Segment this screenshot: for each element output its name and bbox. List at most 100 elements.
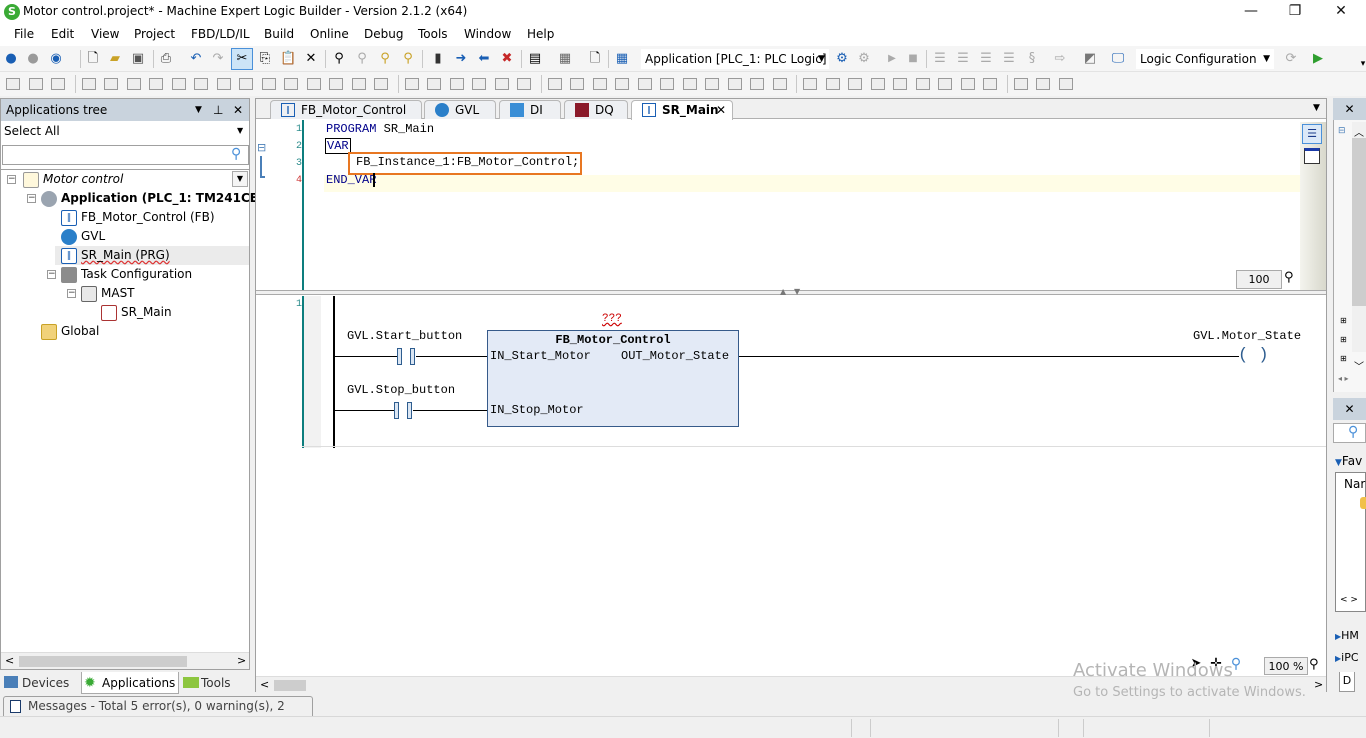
tab-di[interactable]: DI xyxy=(499,100,561,119)
find-icon[interactable]: ⚲ xyxy=(331,51,347,67)
application-combo[interactable]: Application [PLC_1: PLC Logic] ▼ xyxy=(641,49,829,69)
new-icon[interactable]: 🗋 xyxy=(85,51,101,67)
tab-applications-tree[interactable]: ✹ Applications t... xyxy=(81,672,179,712)
tab-dq[interactable]: DQ xyxy=(564,100,628,119)
menu-window[interactable]: Window xyxy=(464,27,511,41)
print-icon[interactable]: ⎙ xyxy=(158,51,174,67)
filter-select[interactable]: Select All ▼ xyxy=(1,121,249,141)
scroll-lr-icon[interactable]: < > xyxy=(1340,595,1358,605)
declaration-zoom-value[interactable]: 100 xyxy=(1236,270,1282,289)
grid-icon[interactable]: ▦ xyxy=(614,51,630,67)
close-tab-icon[interactable]: ✕ xyxy=(716,101,726,119)
insert-timer-on-icon[interactable] xyxy=(374,78,388,90)
monitor-icon[interactable]: 🖵 xyxy=(1110,51,1126,67)
tree-dropdown-icon[interactable]: ▼ xyxy=(232,171,248,187)
tree-node-gvl[interactable]: GVL xyxy=(61,227,105,246)
coil-motor-state[interactable]: ( ) xyxy=(1238,346,1269,365)
insert-counter-updown-icon[interactable] xyxy=(494,78,509,90)
collapse-icon[interactable]: ⊟ xyxy=(1338,126,1346,136)
close-panel-icon[interactable]: ✕ xyxy=(1333,398,1366,420)
insert-negated-contact-icon[interactable] xyxy=(216,78,231,90)
insert-parallel-contact-icon[interactable] xyxy=(239,78,253,90)
insert-timer-pulse-icon[interactable] xyxy=(427,78,441,90)
contact-start-button[interactable] xyxy=(397,348,402,365)
insert-coil-icon[interactable] xyxy=(261,78,276,90)
insert-branch-end-icon[interactable] xyxy=(1058,78,1073,90)
nav-icon[interactable]: ◉ xyxy=(48,51,64,67)
clipboard-icon[interactable]: ▤ xyxy=(527,51,543,67)
insert-counter-up-icon[interactable] xyxy=(449,78,464,90)
editor-splitter[interactable]: ▲ ▼ xyxy=(256,287,1326,296)
fold-collapse-icon[interactable]: ⊟ xyxy=(257,141,266,154)
find-replace-icon[interactable]: ⚲ xyxy=(354,51,370,67)
refresh-icon[interactable]: ⟳ xyxy=(1283,51,1299,67)
scroll-lr-icon[interactable]: ◂ ▸ xyxy=(1338,374,1349,383)
insert-mux-icon[interactable] xyxy=(803,78,817,90)
clear-bookmark-icon[interactable]: ✖ xyxy=(499,51,515,67)
scrollbar-thumb[interactable] xyxy=(1352,138,1366,306)
prev-bookmark-icon[interactable]: ⬅ xyxy=(476,51,492,67)
find-next-icon[interactable]: ⚲ xyxy=(377,51,393,67)
panel-menu-icon[interactable]: ▼ xyxy=(195,99,202,121)
insert-jump-icon[interactable] xyxy=(848,78,862,90)
insert-add-icon[interactable] xyxy=(517,78,531,90)
insert-eq-icon[interactable] xyxy=(660,78,674,90)
tree-node-application[interactable]: Application (PLC_1: TM241CE24R) xyxy=(41,189,289,208)
insert-div-icon[interactable] xyxy=(592,78,607,90)
insert-branch-icon[interactable] xyxy=(915,78,930,90)
insert-ne-icon[interactable] xyxy=(727,78,742,90)
expand-icon[interactable]: ⊞ xyxy=(1340,354,1347,363)
insert-box-en-icon[interactable] xyxy=(126,78,141,90)
replace-icon[interactable]: ⚲ xyxy=(400,51,416,67)
pin-icon[interactable]: ⊥ xyxy=(213,99,223,121)
insert-lt-icon[interactable] xyxy=(615,78,629,90)
configuration-combo[interactable]: Logic Configuration ▼ xyxy=(1136,49,1274,69)
close-panel-icon[interactable]: ✕ xyxy=(1333,98,1366,120)
section-ipc[interactable]: ▶iPC xyxy=(1335,648,1366,668)
tab-tools-tree[interactable]: Tools tree xyxy=(181,672,251,712)
messages-tab[interactable]: Messages - Total 5 error(s), 0 warning(s… xyxy=(3,696,313,732)
expand-icon[interactable]: ⊞ xyxy=(1340,335,1347,344)
scrollbar-thumb[interactable] xyxy=(274,680,306,691)
scroll-left-icon[interactable]: < xyxy=(5,654,14,667)
menu-debug[interactable]: Debug xyxy=(364,27,403,41)
scroll-down-icon[interactable]: ﹀ xyxy=(1354,358,1364,373)
insert-falling-edge-icon[interactable] xyxy=(351,78,366,90)
toggle-comment-icon[interactable] xyxy=(51,78,65,90)
menu-build[interactable]: Build xyxy=(264,27,294,41)
step-over-icon[interactable]: ☰ xyxy=(932,51,948,67)
insert-limit-icon[interactable] xyxy=(825,78,840,90)
insert-contact-icon[interactable] xyxy=(194,78,208,90)
tree-node-task-configuration[interactable]: Task Configuration xyxy=(61,265,192,284)
menu-help[interactable]: Help xyxy=(527,27,554,41)
step-into-icon[interactable]: ☰ xyxy=(955,51,971,67)
textual-view-icon[interactable]: ☰ xyxy=(1302,124,1322,144)
insert-label-icon[interactable] xyxy=(870,78,885,90)
redo-icon[interactable]: ↷ xyxy=(210,51,226,67)
zoom-icon[interactable]: ⚲ xyxy=(1284,270,1302,289)
scrollbar-thumb[interactable] xyxy=(19,656,187,667)
tree-node-global[interactable]: Global xyxy=(41,322,99,341)
tab-fb-motor-control[interactable]: ‖ FB_Motor_Control xyxy=(270,100,422,119)
right-panel-tab[interactable]: D xyxy=(1339,672,1355,692)
function-block[interactable]: FB_Motor_Control IN_Start_Motor OUT_Moto… xyxy=(487,330,739,427)
zoom-icon[interactable]: ⚲ xyxy=(1309,657,1319,672)
insert-reset-coil-icon[interactable] xyxy=(306,78,321,90)
insert-box-icon[interactable] xyxy=(104,78,118,90)
run-to-cursor-icon[interactable]: ☰ xyxy=(1001,51,1017,67)
simulation-icon[interactable]: ▶ xyxy=(1310,51,1326,67)
menu-tools[interactable]: Tools xyxy=(418,27,448,41)
insert-icon[interactable]: ▦ xyxy=(557,51,573,67)
contact-stop-button[interactable] xyxy=(394,402,399,419)
insert-le-icon[interactable] xyxy=(637,78,652,90)
scroll-right-icon[interactable]: > xyxy=(1314,678,1323,691)
insert-assignment-icon[interactable] xyxy=(149,78,163,90)
fb-instance-placeholder[interactable]: ??? xyxy=(602,313,622,325)
restore-button[interactable]: ❐ xyxy=(1272,0,1318,24)
back-icon[interactable]: ● xyxy=(3,51,19,67)
bookmark-icon[interactable]: ▮ xyxy=(430,51,446,67)
insert-variable-icon[interactable] xyxy=(81,78,96,90)
run-icon[interactable]: ▶ xyxy=(884,51,900,67)
save-icon[interactable]: ▣ xyxy=(130,51,146,67)
tab-devices-tree[interactable]: Devices t... xyxy=(2,672,80,712)
